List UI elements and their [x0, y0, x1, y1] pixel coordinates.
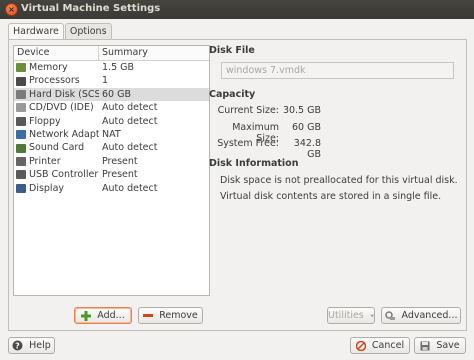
device-summary: NAT	[102, 128, 121, 140]
device-summary: 1	[102, 75, 109, 87]
device-summary: Auto detect	[102, 102, 158, 114]
cancel-icon	[355, 340, 366, 351]
cd-dvd-icon	[16, 103, 26, 113]
device-name: Display	[29, 182, 65, 194]
column-header-device[interactable]: Device	[14, 46, 99, 60]
device-name: USB Controller	[29, 169, 99, 181]
network-adapter-icon	[16, 130, 26, 140]
hard-disk-icon	[16, 89, 26, 99]
advanced-settings-icon	[384, 310, 395, 320]
column-header-summary[interactable]: Summary	[99, 46, 209, 60]
save-icon	[420, 341, 430, 350]
disk-file-title: Disk File	[209, 45, 255, 56]
usb-controller-icon	[16, 170, 26, 180]
device-name-cell: Processors	[14, 74, 99, 87]
current-size-value: 30.5 GB	[282, 105, 321, 116]
device-name-cell: Display	[14, 182, 99, 195]
printer-icon	[16, 156, 26, 166]
device-name-cell: Network Adapter	[14, 128, 99, 141]
device-summary: Auto detect	[102, 182, 158, 194]
device-name-cell: Floppy	[14, 115, 99, 128]
cancel-label: Cancel	[371, 340, 405, 351]
help-icon: ?	[12, 340, 23, 351]
sound-card-icon	[16, 143, 26, 153]
utilities-label: Utilities	[328, 310, 364, 321]
disk-file-field[interactable]: windows 7.vmdk	[221, 62, 454, 79]
tab-hardware[interactable]: Hardware	[8, 23, 64, 40]
device-row-hard-disk[interactable]: Hard Disk (SCSI)60 GB	[14, 87, 209, 102]
device-summary: Present	[102, 155, 138, 167]
current-size-label: Current Size:	[217, 105, 279, 116]
device-summary: 60 GB	[102, 88, 131, 100]
save-label: Save	[436, 340, 460, 351]
device-summary: Present	[102, 169, 138, 181]
device-name: Hard Disk (SCSI)	[29, 88, 99, 100]
device-row-processor[interactable]: Processors 1	[14, 74, 209, 87]
device-name-cell: Printer	[14, 155, 99, 168]
close-icon: ×	[8, 5, 15, 14]
chevron-down-icon	[369, 314, 374, 317]
device-name: Memory	[29, 62, 68, 73]
device-row-usb-controller[interactable]: USB Controller Present	[14, 168, 209, 181]
device-name: Floppy	[29, 115, 61, 127]
add-label: Add...	[97, 310, 125, 321]
disk-info-line-1: Disk space is not preallocated for this …	[220, 175, 458, 186]
device-row-memory[interactable]: Memory 1.5 GB	[14, 61, 209, 74]
svg-text:?: ?	[15, 342, 20, 351]
utilities-dropdown[interactable]: Utilities	[327, 307, 375, 324]
device-list-header: Device Summary	[14, 46, 209, 61]
cancel-button[interactable]: Cancel	[350, 337, 410, 354]
device-summary: Auto detect	[102, 142, 158, 154]
remove-label: Remove	[159, 310, 198, 321]
tab-bar: Hardware Options	[8, 23, 113, 40]
device-name-cell: Sound Card	[14, 141, 99, 154]
help-button[interactable]: ? Help	[8, 337, 55, 354]
plus-icon	[81, 310, 92, 321]
capacity-title: Capacity	[209, 89, 256, 100]
add-device-button[interactable]: Add...	[74, 307, 132, 324]
device-row-printer[interactable]: Printer Present	[14, 155, 209, 168]
help-label: Help	[29, 340, 51, 351]
device-row-floppy[interactable]: Floppy Auto detect	[14, 115, 209, 128]
maximum-size-value: 60 GB	[292, 122, 321, 133]
system-free-label: System Free:	[217, 138, 279, 149]
device-summary: Auto detect	[102, 115, 158, 127]
close-window-button[interactable]: ×	[5, 3, 18, 16]
device-row-sound-card[interactable]: Sound Card Auto detect	[14, 141, 209, 154]
device-name: Printer	[29, 155, 61, 167]
advanced-label: Advanced...	[401, 310, 458, 321]
device-name: Network Adapter	[29, 128, 99, 140]
device-row-display[interactable]: Display Auto detect	[14, 182, 209, 195]
save-button[interactable]: Save	[414, 337, 466, 354]
device-row-cd-dvd[interactable]: CD/DVD (IDE) Auto detect	[14, 101, 209, 114]
window-title: Virtual Machine Settings	[21, 3, 161, 14]
tab-options[interactable]: Options	[64, 23, 112, 39]
remove-device-button[interactable]: Remove	[138, 307, 203, 324]
system-free-value: 342.8 GB	[293, 138, 321, 160]
device-list: Device Summary Memory 1.5 GB Processors 1 Ha…	[13, 45, 210, 296]
device-row-network-adapter[interactable]: Network AdapterNAT	[14, 128, 209, 141]
display-icon	[16, 183, 26, 193]
disk-info-title: Disk Information	[209, 158, 299, 169]
processor-icon	[16, 76, 26, 86]
device-name-cell: USB Controller	[14, 168, 99, 181]
device-name-cell: Memory	[14, 61, 99, 74]
advanced-button[interactable]: Advanced...	[381, 307, 461, 324]
title-bar: × Virtual Machine Settings	[0, 0, 474, 19]
hardware-panel: Device Summary Memory 1.5 GB Processors 1 Ha…	[8, 39, 467, 331]
device-name: Sound Card	[29, 142, 85, 154]
disk-info-line-2: Virtual disk contents are stored in a si…	[220, 191, 442, 202]
device-summary: 1.5 GB	[102, 62, 135, 73]
device-name: CD/DVD (IDE)	[29, 102, 94, 114]
device-name: Processors	[29, 75, 80, 87]
device-rows: Memory 1.5 GB Processors 1Hard Disk (SCSI)6…	[14, 61, 209, 195]
device-name-cell: Hard Disk (SCSI)	[14, 88, 99, 101]
floppy-icon	[16, 116, 26, 126]
minus-icon	[143, 313, 154, 317]
memory-icon	[16, 63, 26, 73]
device-name-cell: CD/DVD (IDE)	[14, 101, 99, 114]
